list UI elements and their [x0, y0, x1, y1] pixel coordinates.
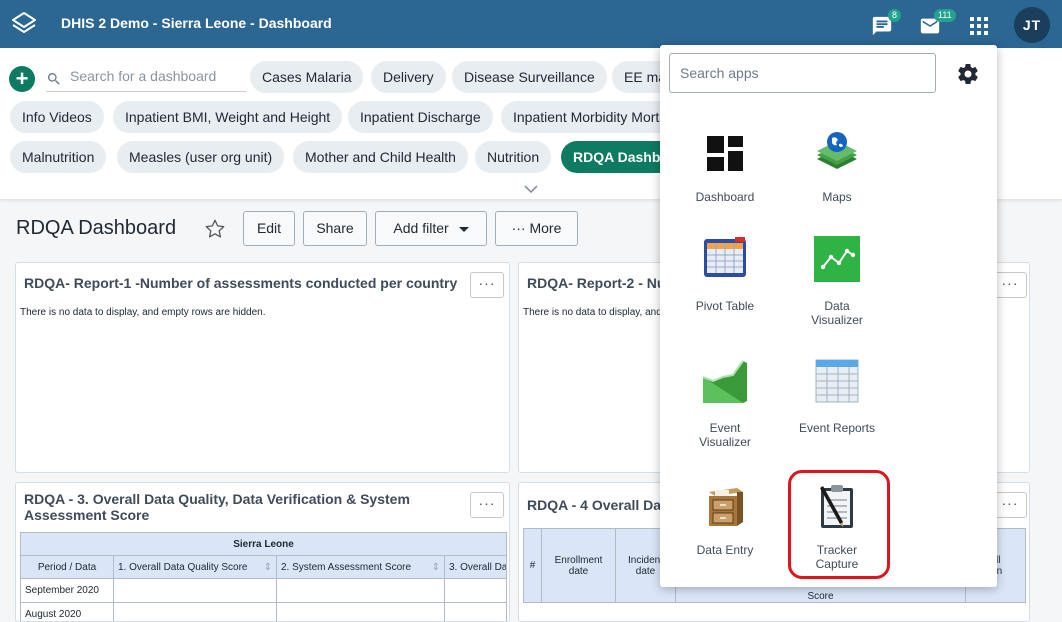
dhis2-logo-icon[interactable]: [10, 10, 38, 38]
edit-button[interactable]: Edit: [243, 211, 295, 246]
column-header-label: 2. System Assessment Score: [281, 562, 411, 573]
no-data-message: There is no data to display, and empty r…: [20, 307, 266, 318]
enrollment-date-header[interactable]: Enrollment date: [542, 529, 616, 603]
apps-grid-button[interactable]: [967, 12, 993, 36]
app-data-entry[interactable]: Data Entry: [669, 482, 781, 562]
item-menu-button[interactable]: ···: [993, 272, 1027, 298]
table-row: August 2020: [21, 603, 507, 622]
more-dots-icon: ···: [512, 220, 526, 236]
messages-badge: 111: [934, 9, 956, 22]
dashboard-chip[interactable]: Measles (user org unit): [117, 141, 284, 173]
share-button[interactable]: Share: [303, 211, 367, 246]
event-reports-app-icon: [813, 357, 861, 405]
row-period-cell: September 2020: [21, 579, 114, 603]
column-header[interactable]: 3. Overall Data Verification: [445, 556, 507, 579]
app-label: Data Entry: [669, 543, 781, 557]
pivot-table: Sierra Leone Period / Data 1. Overall Da…: [20, 532, 507, 622]
item-menu-button[interactable]: ···: [470, 492, 504, 518]
dashboard-search: [46, 64, 246, 92]
app-title: DHIS 2 Demo - Sierra Leone - Dashboard: [61, 15, 332, 31]
item-title: RDQA- Report-1 -Number of assessments co…: [24, 275, 457, 291]
dashboard-chip[interactable]: Nutrition: [475, 141, 551, 173]
top-header-bar: DHIS 2 Demo - Sierra Leone - Dashboard 8…: [0, 0, 1062, 48]
more-label: More: [529, 220, 561, 236]
add-filter-button[interactable]: Add filter: [375, 211, 487, 246]
gear-icon[interactable]: [956, 62, 980, 86]
app-label: Pivot Table: [669, 299, 781, 313]
app-event-reports[interactable]: Event Reports: [781, 357, 893, 437]
add-filter-label: Add filter: [393, 220, 448, 236]
app-event-visualizer[interactable]: Event Visualizer: [669, 357, 781, 452]
app-dashboard[interactable]: Dashboard: [669, 132, 781, 212]
messages-button[interactable]: 111: [918, 12, 944, 36]
dashboard-chip[interactable]: Delivery: [371, 61, 446, 93]
dashboard-title: RDQA Dashboard: [16, 217, 176, 240]
sort-icon: ⇕: [432, 562, 440, 573]
table-row: September 2020: [21, 579, 507, 603]
app-pivot-table[interactable]: Pivot Table: [669, 235, 781, 315]
org-unit-header: Sierra Leone: [21, 533, 507, 556]
app-label: Dashboard: [669, 190, 781, 204]
dashboard-chip[interactable]: Cases Malaria: [250, 61, 363, 93]
app-maps[interactable]: Maps: [781, 129, 893, 212]
dashboard-chip[interactable]: Disease Surveillance: [452, 61, 607, 93]
more-button[interactable]: ··· More: [495, 211, 578, 246]
data-entry-app-icon: [701, 482, 749, 530]
star-icon[interactable]: [204, 218, 226, 240]
item-title: RDQA - 3. Overall Data Quality, Data Ver…: [24, 491, 424, 523]
row-period-cell: August 2020: [21, 603, 114, 622]
dashboard-chip[interactable]: Inpatient BMI, Weight and Height: [113, 101, 342, 133]
app-data-visualizer[interactable]: Data Visualizer: [781, 235, 893, 330]
column-header[interactable]: 1. Overall Data Quality Score ⇕: [114, 556, 277, 579]
app-label: Data Visualizer: [781, 299, 893, 327]
dashboard-chip[interactable]: Malnutrition: [10, 141, 106, 173]
app-label: Event Reports: [781, 421, 893, 435]
maps-app-icon: [813, 129, 861, 177]
chevron-down-icon[interactable]: [524, 184, 538, 194]
search-apps-input[interactable]: [669, 53, 936, 93]
apps-menu-popover: Dashboard Maps Pivot Table Data Visualiz: [660, 45, 997, 587]
highlight-annotation: [788, 470, 890, 579]
event-visualizer-app-icon: [701, 357, 749, 405]
dashboard-item-report-1: RDQA- Report-1 -Number of assessments co…: [15, 262, 510, 473]
search-icon: [46, 71, 62, 87]
apps-grid-icon: [969, 16, 989, 36]
column-header[interactable]: 2. System Assessment Score ⇕: [277, 556, 445, 579]
dashboard-item-report-3: RDQA - 3. Overall Data Quality, Data Ver…: [15, 482, 510, 622]
period-data-header: Period / Data: [21, 556, 114, 579]
index-header: #: [524, 529, 542, 603]
sort-icon: ⇕: [264, 562, 272, 573]
app-label: Event Visualizer: [669, 421, 781, 449]
dashboard-chip[interactable]: Info Videos: [10, 101, 104, 133]
item-menu-button[interactable]: ···: [993, 492, 1027, 518]
add-dashboard-button[interactable]: +: [9, 66, 35, 92]
pivot-table-app-icon: [701, 235, 749, 283]
caret-down-icon: [459, 227, 469, 232]
interpretations-badge: 8: [888, 9, 901, 22]
dashboard-chip[interactable]: Mother and Child Health: [293, 141, 468, 173]
dashboard-app-icon: [701, 132, 749, 180]
dashboard-search-input[interactable]: [68, 67, 243, 85]
item-menu-button[interactable]: ···: [470, 272, 504, 298]
column-header-label: 1. Overall Data Quality Score: [118, 562, 248, 573]
dashboard-chip[interactable]: Inpatient Discharge: [348, 101, 493, 133]
user-avatar[interactable]: JT: [1014, 7, 1050, 43]
data-visualizer-app-icon: [813, 235, 861, 283]
app-label: Maps: [781, 190, 893, 204]
interpretations-button[interactable]: 8: [870, 12, 896, 36]
